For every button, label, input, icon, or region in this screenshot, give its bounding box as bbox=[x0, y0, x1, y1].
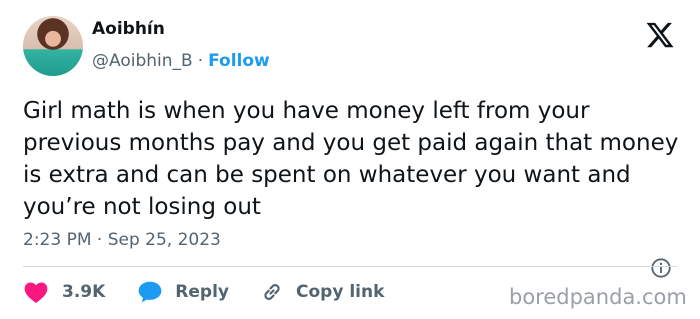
author-handle[interactable]: @Aoibhin_B bbox=[92, 51, 193, 71]
action-bar: 3.9K Reply Copy link bbox=[23, 278, 384, 306]
tweet-card: Aoibhín @Aoibhin_B · Follow Girl math is… bbox=[0, 0, 700, 319]
tweet-time[interactable]: 2:23 PM bbox=[23, 230, 92, 250]
copy-link-button[interactable]: Copy link bbox=[229, 280, 384, 304]
link-icon bbox=[264, 284, 280, 300]
speech-bubble-icon bbox=[138, 281, 162, 303]
author-handle-row: @Aoibhin_B · Follow bbox=[92, 51, 270, 71]
like-count: 3.9K bbox=[62, 282, 106, 302]
timestamp: 2:23 PM · Sep 25, 2023 bbox=[23, 230, 221, 250]
x-logo-icon[interactable] bbox=[645, 20, 675, 50]
author-name[interactable]: Aoibhín bbox=[92, 19, 165, 39]
heart-icon bbox=[24, 282, 48, 304]
tweet-text: Girl math is when you have money left fr… bbox=[23, 98, 679, 220]
avatar[interactable] bbox=[23, 16, 83, 76]
separator-dot: · bbox=[197, 51, 204, 71]
divider bbox=[23, 266, 677, 267]
info-icon[interactable] bbox=[650, 257, 672, 279]
tweet-date[interactable]: Sep 25, 2023 bbox=[108, 230, 221, 250]
watermark: boredpanda.com bbox=[509, 285, 687, 309]
copy-link-label: Copy link bbox=[296, 282, 385, 302]
follow-button[interactable]: Follow bbox=[208, 51, 270, 71]
like-button[interactable]: 3.9K bbox=[23, 280, 105, 304]
time-separator: · bbox=[96, 230, 103, 250]
reply-label: Reply bbox=[175, 282, 229, 302]
reply-button[interactable]: Reply bbox=[105, 280, 229, 304]
